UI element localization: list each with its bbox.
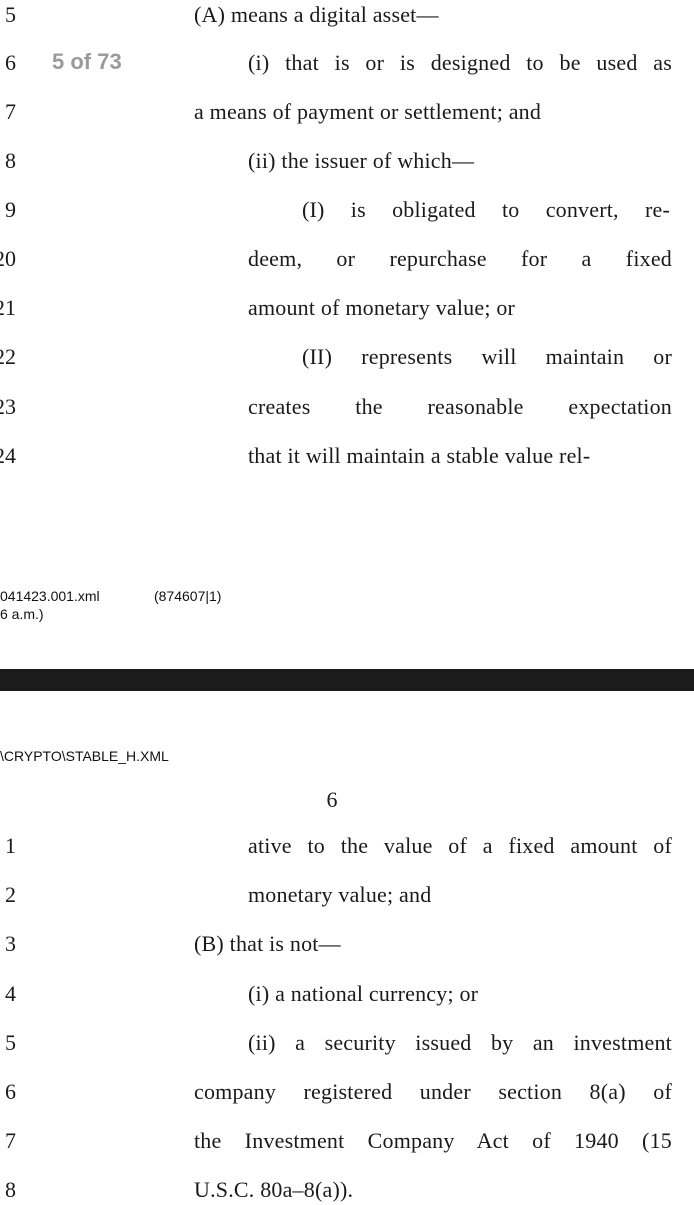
line-number: 9 [5, 197, 16, 222]
document-line: 23 creates the reasonable expectation [0, 392, 694, 422]
document-line: 2 monetary value; and [0, 880, 694, 910]
document-line: 8 U.S.C. 80a–8(a)). [0, 1175, 694, 1205]
line-text: a means of payment or settlement; and [194, 99, 542, 124]
line-number: 7 [5, 99, 16, 124]
line-text: the Investment Company Act of 1940 (15 [194, 1128, 672, 1153]
header-file-path: \CRYPTO\STABLE_H.XML [0, 748, 169, 764]
document-line: 9 (I) is obligated to convert, re- [0, 195, 694, 225]
line-number: 20 [0, 246, 16, 271]
footer-timestamp: 6 a.m.) [0, 606, 44, 622]
document-page-top: 5 of 73 5 (A) means a digital asset— 6 (… [0, 0, 694, 669]
document-line: 5 (A) means a digital asset— [0, 0, 694, 30]
line-text: ative to the value of a fixed amount of [248, 833, 672, 858]
line-text: (II) represents will maintain or [302, 344, 672, 369]
line-number: 6 [5, 1079, 16, 1104]
line-number: 7 [5, 1128, 16, 1153]
document-line: 24 that it will maintain a stable value … [0, 441, 694, 471]
document-line: 1 ative to the value of a fixed amount o… [0, 831, 694, 861]
line-text: creates the reasonable expectation [248, 394, 672, 419]
document-line: 7 a means of payment or settlement; and [0, 97, 694, 127]
line-number: 4 [5, 981, 16, 1006]
line-number: 21 [0, 295, 16, 320]
document-line: 6 (i) that is or is designed to be used … [0, 48, 694, 78]
document-line: 20 deem, or repurchase for a fixed [0, 244, 694, 274]
line-number: 8 [5, 148, 16, 173]
document-line: 21 amount of monetary value; or [0, 293, 694, 323]
line-text: deem, or repurchase for a fixed [248, 246, 672, 271]
page-separator [0, 669, 694, 691]
document-line: 3 (B) that is not— [0, 929, 694, 959]
line-text: (I) is obligated to convert, re- [302, 197, 670, 222]
line-text: (B) that is not— [194, 931, 341, 956]
line-number: 5 [5, 2, 16, 27]
line-number: 5 [5, 1030, 16, 1055]
document-line: 6 company registered under section 8(a) … [0, 1077, 694, 1107]
document-line: 4 (i) a national currency; or [0, 979, 694, 1009]
line-text: (i) that is or is designed to be used as [248, 50, 672, 75]
footer-filename: 041423.001.xml [0, 588, 100, 604]
document-line: 5 (ii) a security issued by an investmen… [0, 1028, 694, 1058]
line-number: 6 [5, 50, 16, 75]
line-text: (ii) a security issued by an investment [248, 1030, 672, 1055]
document-line: 8 (ii) the issuer of which— [0, 146, 694, 176]
line-text: amount of monetary value; or [248, 295, 516, 320]
document-line: 22 (II) represents will maintain or [0, 342, 694, 372]
line-text: U.S.C. 80a–8(a)). [194, 1177, 354, 1202]
page-number: 6 [326, 787, 338, 812]
line-number: 1 [5, 833, 16, 858]
line-text: monetary value; and [248, 882, 432, 907]
line-number: 2 [5, 882, 16, 907]
line-number: 8 [5, 1177, 16, 1202]
line-text: (i) a national currency; or [248, 981, 479, 1006]
line-number: 23 [0, 394, 16, 419]
line-text: (ii) the issuer of which— [248, 148, 475, 173]
line-number: 24 [0, 443, 16, 468]
document-line: 7 the Investment Company Act of 1940 (15 [0, 1126, 694, 1156]
footer-document-id: (874607|1) [154, 588, 222, 604]
line-number: 3 [5, 931, 16, 956]
line-text: company registered under section 8(a) of [194, 1079, 672, 1104]
line-text: that it will maintain a stable value rel… [248, 443, 591, 468]
line-number: 22 [0, 344, 16, 369]
line-text: (A) means a digital asset— [194, 2, 439, 27]
